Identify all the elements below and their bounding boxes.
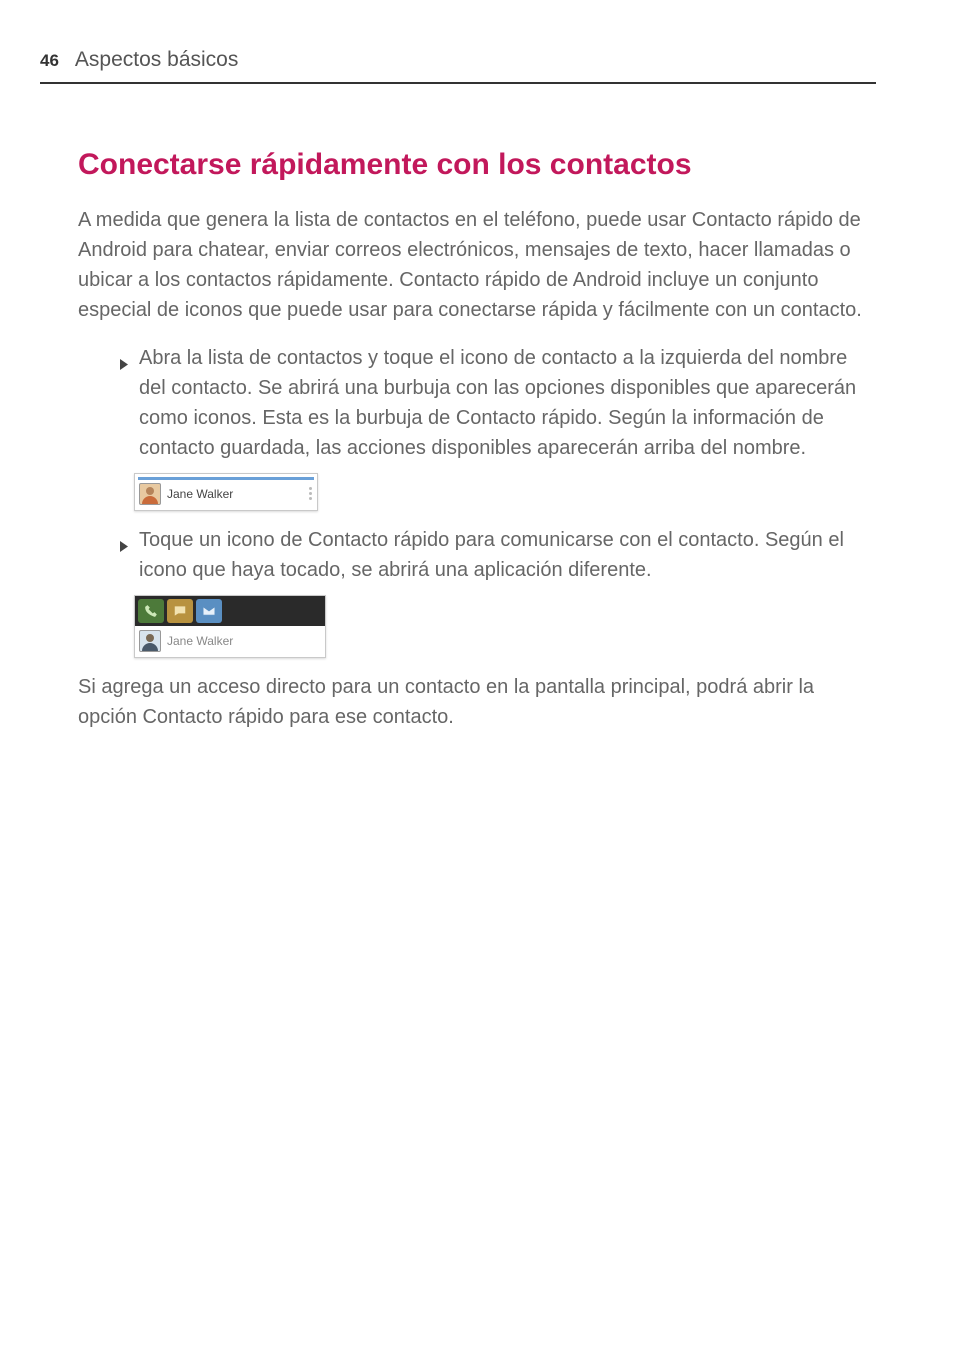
- triangle-bullet-icon: [120, 349, 129, 463]
- mail-icon: [196, 599, 222, 623]
- bullet-item: Abra la lista de contactos y toque el ic…: [120, 343, 876, 463]
- intro-paragraph: A medida que genera la lista de contacto…: [78, 205, 876, 325]
- content-area: Conectarse rápidamente con los contactos…: [40, 142, 876, 732]
- contact-name-label: Jane Walker: [167, 632, 233, 650]
- page-title: Conectarse rápidamente con los contactos: [78, 142, 876, 187]
- page-number: 46: [40, 48, 59, 74]
- bullet-text: Abra la lista de contactos y toque el ic…: [139, 343, 876, 463]
- triangle-bullet-icon: [120, 531, 129, 585]
- contact-name-label: Jane Walker: [167, 485, 233, 503]
- quick-contact-bubble-screenshot: Jane Walker: [134, 595, 876, 658]
- contact-avatar-icon: [139, 630, 161, 652]
- page-header: 46 Aspectos básicos: [40, 44, 876, 84]
- bullet-text: Toque un icono de Contacto rápido para c…: [139, 525, 876, 585]
- phone-icon: [138, 599, 164, 623]
- bullet-item: Toque un icono de Contacto rápido para c…: [120, 525, 876, 585]
- section-name: Aspectos básicos: [75, 44, 238, 76]
- contact-avatar-icon: [139, 483, 161, 505]
- sms-icon: [167, 599, 193, 623]
- closing-paragraph: Si agrega un acceso directo para un cont…: [78, 672, 876, 732]
- more-dots-icon: [309, 487, 313, 500]
- contact-row-screenshot: Jane Walker: [134, 473, 876, 511]
